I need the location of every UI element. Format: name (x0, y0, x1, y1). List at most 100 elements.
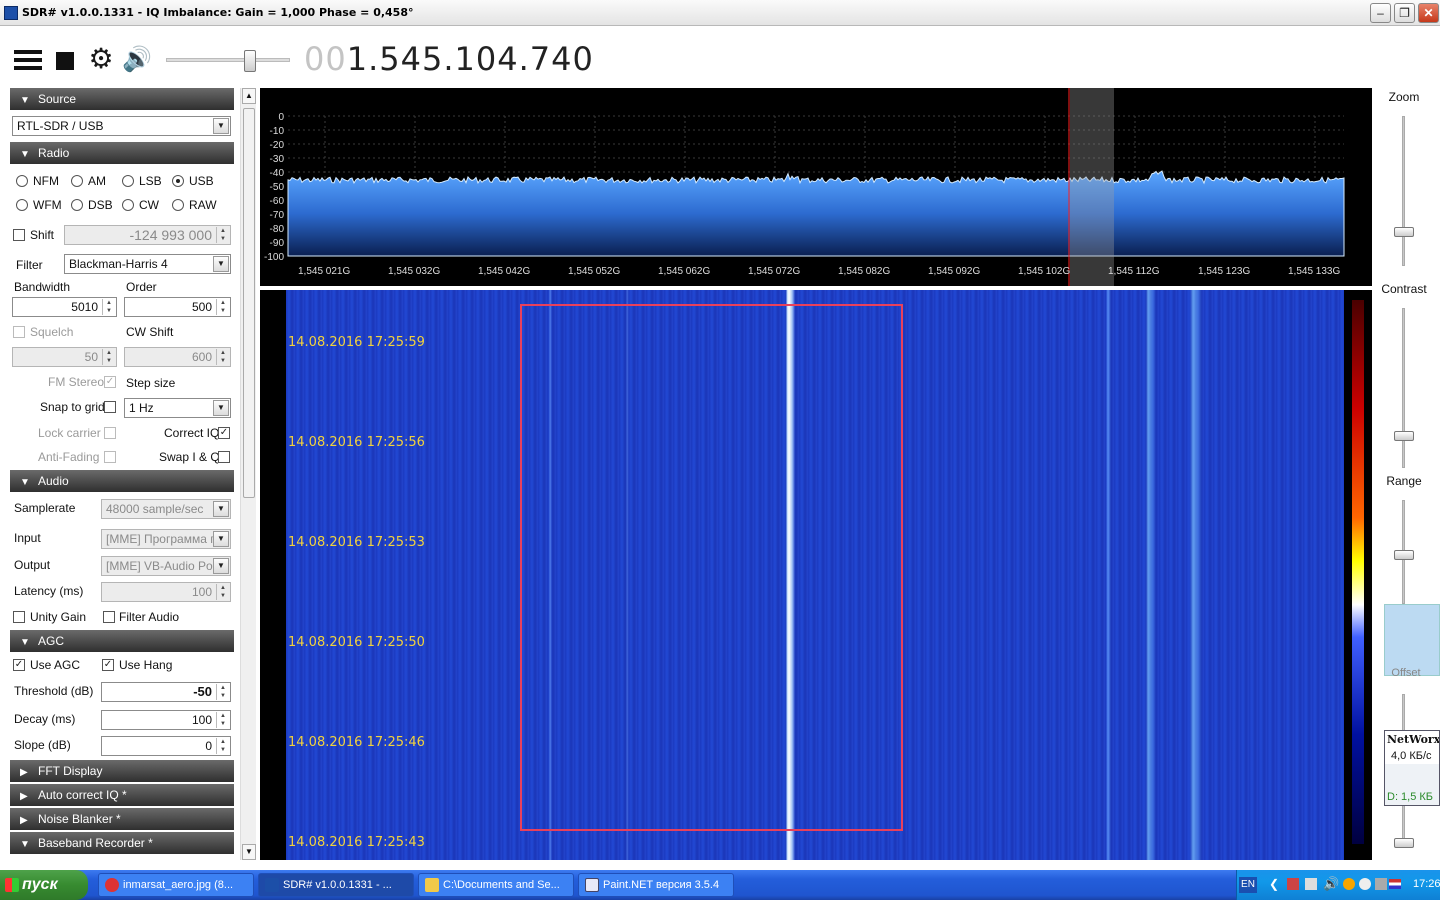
bandwidth-overlay (1070, 88, 1114, 286)
swapiq-label: Swap I & Q (159, 450, 220, 464)
baseband-recorder-header[interactable]: ▼ Baseband Recorder * (10, 832, 234, 854)
useagc-checkbox[interactable]: ✓ (13, 659, 25, 671)
source-header[interactable]: ▼ Source (10, 88, 234, 110)
gear-icon[interactable]: ⚙ (86, 44, 116, 74)
samplerate-select[interactable]: 48000 sample/sec ▼ (101, 499, 231, 519)
task-sdr[interactable]: SDR# v1.0.0.1331 - ... (258, 873, 414, 897)
stepsize-select[interactable]: 1 Hz ▼ (124, 398, 231, 418)
lockcarrier-checkbox[interactable] (104, 427, 116, 439)
scroll-up-icon[interactable]: ▲ (242, 88, 256, 104)
offset-slider-thumb[interactable] (1394, 838, 1414, 848)
task-explorer[interactable]: C:\Documents and Se... (418, 873, 574, 897)
fmstereo-checkbox[interactable]: ✓ (104, 376, 116, 388)
cwshift-input[interactable]: 600 ▲ ▼ (124, 347, 231, 367)
speaker-icon[interactable]: 🔊 (122, 45, 152, 75)
antifading-checkbox[interactable] (104, 451, 116, 463)
frequency-tick-label: 1,545 082G (838, 266, 890, 277)
waterfall-image (286, 290, 1344, 860)
bandwidth-input[interactable]: 5010 ▲ ▼ (12, 297, 117, 317)
usehang-checkbox[interactable]: ✓ (102, 659, 114, 671)
frequency-tick-label: 1,545 032G (388, 266, 440, 277)
threshold-input[interactable]: -50 ▲ ▼ (101, 682, 231, 702)
frequency-display[interactable]: 001.545.104.740 (304, 40, 594, 78)
fft-display-header[interactable]: ▶ FFT Display (10, 760, 234, 782)
flag-icon[interactable] (1389, 879, 1401, 889)
order-input[interactable]: 500 ▲ ▼ (124, 297, 231, 317)
menu-icon[interactable] (14, 48, 42, 74)
squelch-checkbox[interactable] (13, 326, 25, 338)
contrast-slider-thumb[interactable] (1394, 431, 1414, 441)
source-select[interactable]: RTL-SDR / USB ▼ (12, 116, 231, 136)
left-panel-scrollbar[interactable]: ▲ ▼ (240, 88, 256, 860)
squelch-value: 50 (84, 350, 98, 364)
squelch-input[interactable]: 50 ▲ ▼ (12, 347, 117, 367)
volume-slider-thumb[interactable] (244, 50, 256, 72)
contrast-slider[interactable] (1402, 308, 1405, 468)
filteraudio-checkbox[interactable] (103, 611, 115, 623)
filter-select[interactable]: Blackman-Harris 4 ▼ (64, 254, 231, 274)
noise-blanker-header[interactable]: ▶ Noise Blanker * (10, 808, 234, 830)
audio-header[interactable]: ▼ Audio (10, 470, 234, 492)
app-icon (4, 6, 18, 20)
decay-input[interactable]: 100 ▲ ▼ (101, 710, 231, 730)
zoom-slider-thumb[interactable] (1394, 227, 1414, 237)
zoom-slider[interactable] (1402, 116, 1405, 266)
spectrum-analyzer[interactable]: 0 -10 -20 -30 -40 -50 -60 -70 -80 -90 -100 1,545 0… (260, 88, 1372, 286)
snap-checkbox[interactable] (104, 401, 116, 413)
label-cw: CW (139, 198, 159, 212)
scroll-down-icon[interactable]: ▼ (242, 844, 256, 860)
task-label: SDR# v1.0.0.1331 - ... (283, 879, 392, 891)
usehang-label: Use Hang (119, 658, 173, 672)
minimize-button[interactable]: – (1370, 3, 1391, 23)
shift-checkbox[interactable] (13, 229, 25, 241)
radio-header[interactable]: ▼ Radio (10, 142, 234, 164)
networx-widget[interactable]: NetWorx 4,0 КБ/с D: 1,5 КБ (1384, 730, 1440, 806)
fmstereo-label: FM Stereo (48, 375, 105, 389)
folder-icon (425, 878, 439, 892)
correctiq-checkbox[interactable]: ✓ (218, 427, 230, 439)
tray-icon[interactable] (1375, 878, 1387, 890)
order-value: 500 (191, 300, 212, 314)
timestamp: 14.08.2016 17:25:46 (288, 735, 425, 750)
app-tray-icon[interactable] (1343, 878, 1355, 890)
volume-icon[interactable]: 🔊 (1323, 876, 1339, 892)
spectrum-trace (287, 170, 1345, 257)
volume-slider[interactable] (166, 58, 290, 62)
network-icon[interactable] (1287, 878, 1299, 890)
language-indicator[interactable]: EN (1239, 877, 1257, 893)
useagc-label: Use AGC (30, 658, 81, 672)
unitygain-checkbox[interactable] (13, 611, 25, 623)
latency-input[interactable]: 100 ▲ ▼ (101, 582, 231, 602)
autocorrect-iq-header[interactable]: ▶ Auto correct IQ * (10, 784, 234, 806)
input-select[interactable]: [MME] Программа пе ▼ (101, 529, 231, 549)
range-slider-thumb[interactable] (1394, 550, 1414, 560)
waterfall-display[interactable]: 14.08.2016 17:25:59 14.08.2016 17:25:56 … (260, 290, 1372, 860)
close-button[interactable]: ✕ (1418, 3, 1439, 23)
fft-display-label: FFT Display (38, 764, 103, 778)
swapiq-checkbox[interactable] (218, 451, 230, 463)
task-paintnet[interactable]: Paint.NET версия 3.5.4 (578, 873, 734, 897)
monitor-icon[interactable] (1305, 878, 1317, 890)
radio-am[interactable] (71, 175, 83, 187)
slope-input[interactable]: 0 ▲ ▼ (101, 736, 231, 756)
bulb-icon[interactable] (1359, 878, 1371, 890)
radio-nfm[interactable] (16, 175, 28, 187)
clock[interactable]: 17:26 (1413, 878, 1440, 890)
chevron-left-icon[interactable]: ❮ (1269, 877, 1279, 891)
radio-raw[interactable] (172, 199, 184, 211)
maximize-button[interactable]: ❐ (1394, 3, 1415, 23)
radio-dsb[interactable] (71, 199, 83, 211)
radio-wfm[interactable] (16, 199, 28, 211)
output-select[interactable]: [MME] VB-Audio Point ▼ (101, 556, 231, 576)
agc-header[interactable]: ▼ AGC (10, 630, 234, 652)
scrollbar-thumb[interactable] (243, 108, 255, 498)
task-inmarsat[interactable]: inmarsat_aero.jpg (8... (98, 873, 254, 897)
radio-lsb[interactable] (122, 175, 134, 187)
start-button[interactable]: пуск (0, 870, 88, 900)
stop-icon[interactable] (56, 52, 74, 70)
radio-usb[interactable] (172, 175, 184, 187)
opera-icon (105, 878, 119, 892)
samplerate-label: Samplerate (14, 501, 76, 515)
radio-cw[interactable] (122, 199, 134, 211)
shift-input[interactable]: -124 993 000 ▲ ▼ (64, 225, 231, 245)
